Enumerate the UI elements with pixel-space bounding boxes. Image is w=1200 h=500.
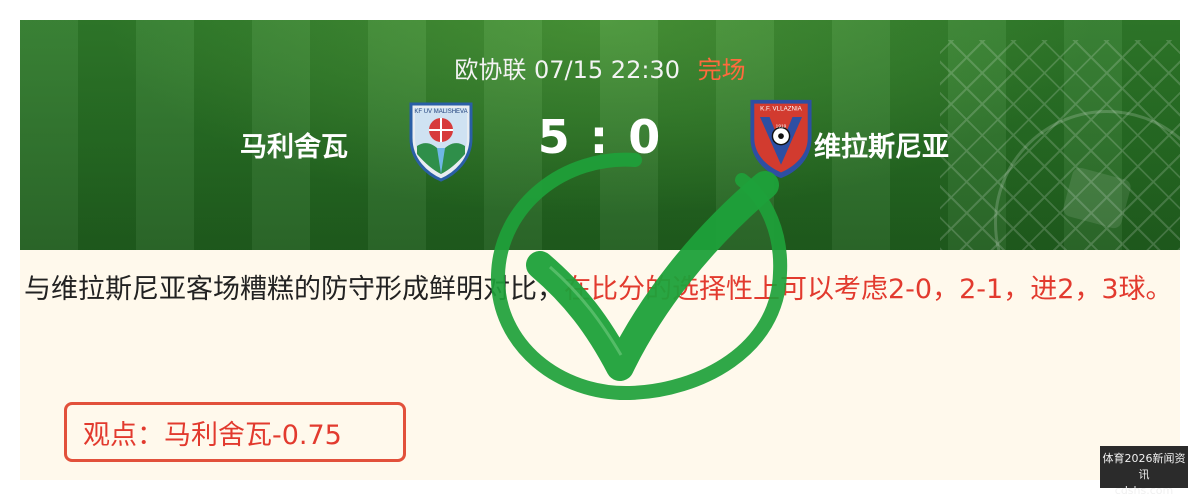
opinion-label: 观点：马利舍瓦-0.75: [83, 419, 342, 451]
away-badge-year: 1919: [776, 124, 787, 130]
opinion-box: 观点：马利舍瓦-0.75: [64, 402, 406, 462]
watermark-line2: cdshs.com: [1114, 484, 1174, 497]
match-meta: 欧协联 07/15 22:30 完场: [20, 50, 1180, 85]
league-name: 欧协联: [454, 56, 527, 84]
watermark: 体育2026新闻资讯 cdshs.com: [1100, 446, 1188, 497]
match-status: 完场: [697, 56, 746, 84]
away-team-name[interactable]: 维拉斯尼亚: [814, 125, 949, 164]
checkmark-stamp-icon: [490, 152, 788, 401]
match-datetime: 07/15 22:30: [534, 56, 680, 84]
watermark-line1: 体育2026新闻资讯: [1102, 452, 1186, 481]
away-badge-text: K.F. VLLAZNIA: [760, 105, 802, 112]
